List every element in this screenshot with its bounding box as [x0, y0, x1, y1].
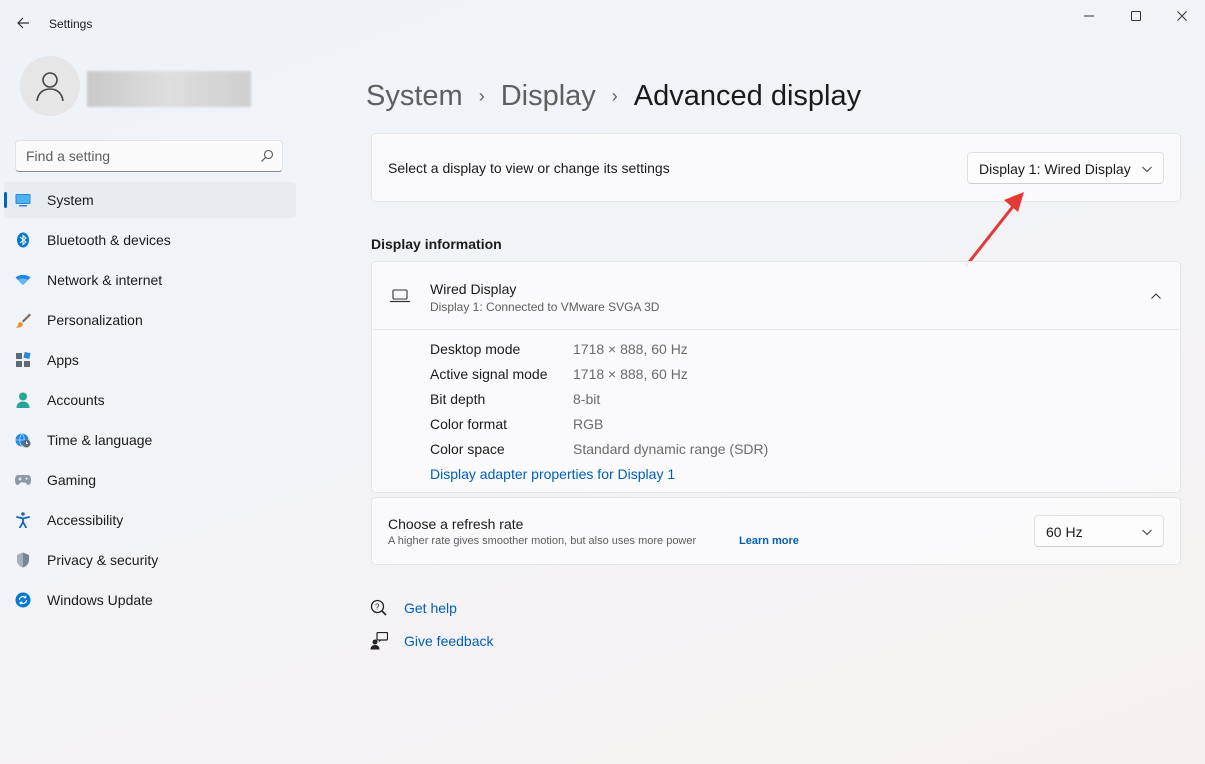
help-chat-icon: ? — [370, 599, 388, 617]
minimize-button[interactable] — [1078, 6, 1100, 26]
sidebar-item-label: Time & language — [47, 432, 153, 448]
sidebar-item-accounts[interactable]: Accounts — [4, 382, 296, 418]
info-value-color-format: RGB — [573, 416, 604, 432]
apps-icon — [15, 352, 31, 368]
chevron-right-icon: › — [478, 85, 485, 106]
bluetooth-icon — [15, 232, 31, 248]
info-label-bit-depth: Bit depth — [430, 391, 486, 407]
breadcrumb: System › Display › Advanced display — [366, 76, 861, 116]
minimize-icon — [1084, 15, 1094, 17]
breadcrumb-display[interactable]: Display — [501, 80, 596, 113]
info-label-desktop-mode: Desktop mode — [430, 341, 521, 357]
wifi-icon — [15, 272, 31, 288]
person-icon — [15, 392, 31, 408]
display-select-card: Select a display to view or change its s… — [371, 133, 1181, 202]
sidebar-item-apps[interactable]: Apps — [4, 342, 296, 378]
dropdown-value: 60 Hz — [1046, 524, 1083, 540]
sidebar-item-label: Accessibility — [47, 512, 124, 528]
profile-name-redacted — [87, 71, 251, 107]
sidebar-item-personalization[interactable]: Personalization — [4, 302, 296, 338]
refresh-rate-description: A higher rate gives smoother motion, but… — [388, 535, 697, 547]
title-bar: Settings — [0, 0, 1205, 46]
sidebar-item-label: Network & internet — [47, 272, 163, 288]
page-title: Advanced display — [633, 79, 862, 112]
svg-text:?: ? — [375, 603, 380, 612]
info-value-bit-depth: 8-bit — [573, 391, 601, 407]
display-select-label: Select a display to view or change its s… — [388, 160, 670, 176]
close-icon — [1177, 11, 1187, 21]
back-button[interactable] — [12, 12, 34, 34]
get-help-label: Get help — [404, 600, 457, 616]
display-adapter-properties-link[interactable]: Display adapter properties for Display 1 — [430, 466, 675, 482]
sidebar-item-privacy-security[interactable]: Privacy & security — [4, 542, 296, 578]
sidebar-item-label: Gaming — [47, 472, 97, 488]
annotation-arrow — [964, 192, 1024, 268]
display-select-dropdown[interactable]: Display 1: Wired Display — [967, 152, 1164, 184]
give-feedback-link[interactable]: Give feedback — [370, 631, 494, 651]
sidebar-item-label: Accounts — [47, 392, 105, 408]
laptop-icon — [390, 289, 410, 303]
close-button[interactable] — [1171, 6, 1193, 26]
arrow-left-icon — [17, 17, 29, 29]
info-label-active-signal-mode: Active signal mode — [430, 366, 548, 382]
info-label-color-format: Color format — [430, 416, 508, 432]
display-info-header[interactable]: Wired Display Display 1: Connected to VM… — [372, 262, 1180, 330]
search-box[interactable] — [15, 140, 283, 172]
sidebar-item-label: Bluetooth & devices — [47, 232, 171, 248]
learn-more-link[interactable]: Learn more — [739, 535, 799, 547]
feedback-icon — [370, 632, 388, 650]
sidebar-item-time-language[interactable]: Time & language — [4, 422, 296, 458]
app-title: Settings — [49, 17, 93, 31]
refresh-rate-title: Choose a refresh rate — [388, 516, 524, 532]
chevron-down-icon — [1142, 166, 1152, 173]
search-icon[interactable] — [260, 149, 274, 163]
chevron-up-icon[interactable] — [1150, 290, 1162, 302]
info-value-desktop-mode: 1718 × 888, 60 Hz — [573, 341, 688, 357]
info-label-color-space: Color space — [430, 441, 505, 457]
refresh-rate-card: Choose a refresh rate A higher rate give… — [371, 497, 1181, 565]
chevron-down-icon — [1142, 529, 1152, 536]
globe-clock-icon — [15, 432, 31, 448]
gamepad-icon — [15, 472, 31, 488]
sidebar-item-network[interactable]: Network & internet — [4, 262, 296, 298]
give-feedback-label: Give feedback — [404, 633, 494, 649]
monitor-icon — [15, 192, 31, 208]
sidebar-item-accessibility[interactable]: Accessibility — [4, 502, 296, 538]
sidebar-item-label: Personalization — [47, 312, 143, 328]
search-input[interactable] — [26, 147, 254, 165]
sidebar-item-bluetooth[interactable]: Bluetooth & devices — [4, 222, 296, 258]
sidebar-item-gaming[interactable]: Gaming — [4, 462, 296, 498]
accessibility-icon — [15, 512, 31, 528]
sidebar-item-windows-update[interactable]: Windows Update — [4, 582, 296, 618]
sync-icon — [15, 592, 31, 608]
chevron-right-icon: › — [611, 85, 618, 106]
sidebar-item-label: Windows Update — [47, 592, 153, 608]
section-title: Display information — [371, 236, 502, 252]
display-subtitle: Display 1: Connected to VMware SVGA 3D — [430, 300, 660, 314]
maximize-button[interactable] — [1125, 6, 1147, 26]
shield-icon — [15, 552, 31, 568]
display-name: Wired Display — [430, 281, 517, 297]
avatar[interactable] — [20, 56, 80, 116]
sidebar-nav: System Bluetooth & devices Network & int… — [4, 182, 296, 622]
maximize-icon — [1131, 11, 1141, 21]
info-value-active-signal-mode: 1718 × 888, 60 Hz — [573, 366, 688, 382]
person-icon — [36, 72, 64, 102]
info-value-color-space: Standard dynamic range (SDR) — [573, 441, 769, 457]
dropdown-value: Display 1: Wired Display — [979, 161, 1131, 177]
sidebar-item-label: Privacy & security — [47, 552, 159, 568]
sidebar-item-system[interactable]: System — [4, 182, 296, 218]
get-help-link[interactable]: ? Get help — [370, 598, 457, 618]
refresh-rate-dropdown[interactable]: 60 Hz — [1034, 515, 1164, 547]
sidebar-item-label: Apps — [47, 352, 79, 368]
sidebar-item-label: System — [47, 192, 94, 208]
brush-icon — [15, 312, 31, 328]
breadcrumb-system[interactable]: System — [366, 80, 463, 113]
